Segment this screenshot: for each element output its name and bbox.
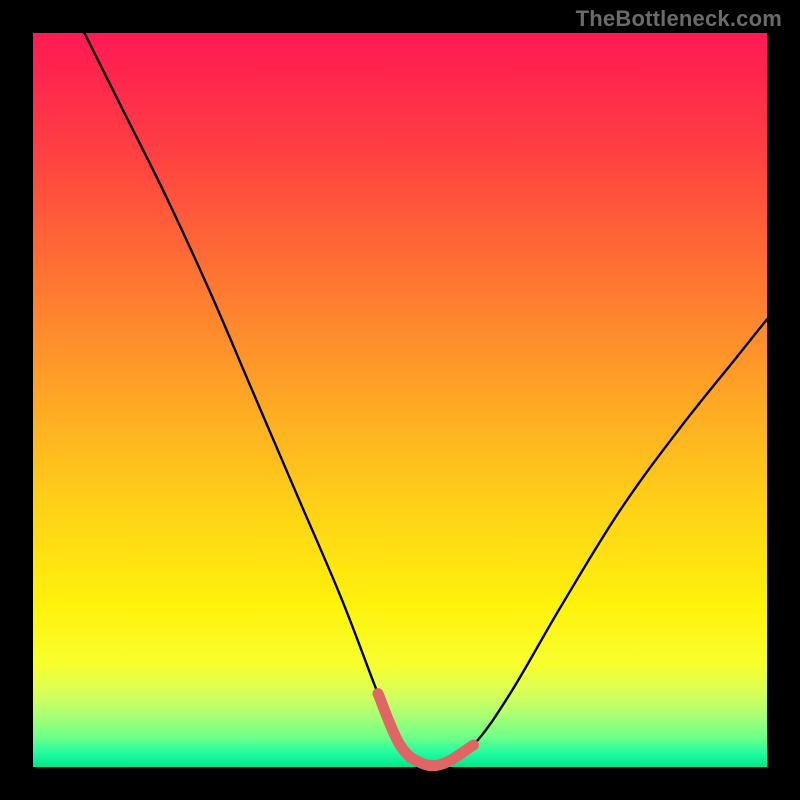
- curve-highlight-segment: [378, 694, 473, 766]
- bottleneck-curve: [84, 33, 767, 766]
- chart-svg: [33, 33, 767, 767]
- chart-plot-area: [33, 33, 767, 767]
- watermark-text: TheBottleneck.com: [576, 6, 782, 32]
- chart-frame: TheBottleneck.com: [0, 0, 800, 800]
- curve-main-line: [84, 33, 767, 766]
